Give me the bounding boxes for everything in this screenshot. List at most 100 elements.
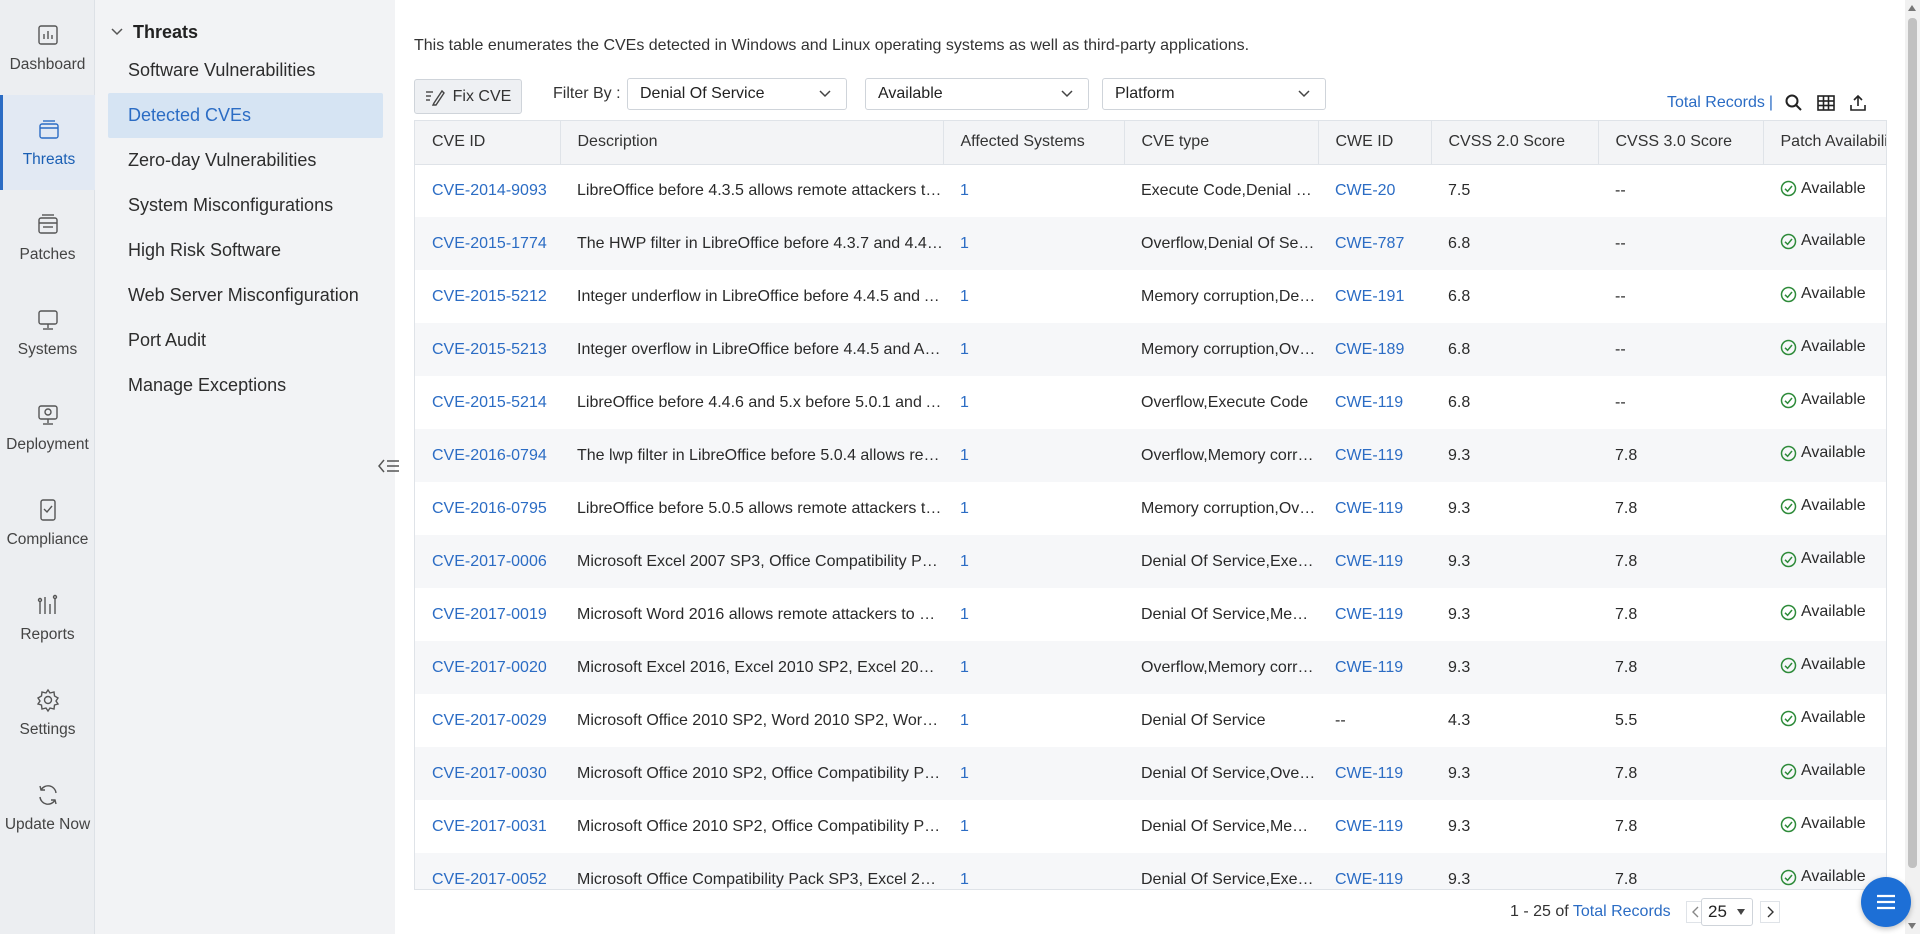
cwe-id-link[interactable]: CWE-119 (1318, 641, 1431, 694)
scrollbar-thumb[interactable] (1908, 18, 1917, 868)
quick-menu-button[interactable] (1861, 877, 1911, 927)
cve-id-link[interactable]: CVE-2015-5213 (415, 323, 560, 376)
affected-systems-link[interactable]: 1 (943, 482, 1124, 535)
cve-id-link[interactable]: CVE-2015-5212 (415, 270, 560, 323)
table-row[interactable]: CVE-2017-0019 Microsoft Word 2016 allows … (415, 588, 1886, 641)
affected-systems-link[interactable]: 1 (943, 641, 1124, 694)
column-header-cve-id[interactable]: CVE ID (415, 121, 561, 165)
table-row[interactable]: CVE-2017-0029 Microsoft Office 2010 SP2, … (415, 694, 1886, 747)
cve-id-link[interactable]: CVE-2017-0031 (415, 800, 560, 853)
sidebar-item-detected-cves[interactable]: Detected CVEs (108, 93, 383, 138)
cwe-id-link[interactable]: CWE-189 (1318, 323, 1431, 376)
cwe-id-link[interactable]: CWE-119 (1318, 800, 1431, 853)
export-icon[interactable] (1847, 92, 1869, 114)
sidebar-item-zero-day-vulnerabilities[interactable]: Zero-day Vulnerabilities (108, 138, 383, 183)
cwe-id-link[interactable]: CWE-119 (1318, 376, 1431, 429)
affected-systems-link[interactable]: 1 (943, 694, 1124, 747)
cve-type-filter[interactable]: Denial Of Service (627, 78, 847, 110)
table-row[interactable]: CVE-2015-5213 Integer overflow in LibreOf… (415, 323, 1886, 376)
rail-item-systems[interactable]: Systems (0, 285, 95, 380)
availability-label: Available (1801, 338, 1866, 356)
affected-systems-link[interactable]: 1 (943, 747, 1124, 800)
pagination-total-link[interactable]: Total Records (1573, 903, 1671, 920)
table-row[interactable]: CVE-2016-0794 The lwp filter in LibreOffi… (415, 429, 1886, 482)
affected-systems-link[interactable]: 1 (943, 217, 1124, 270)
sidebar-heading[interactable]: Threats (109, 20, 198, 44)
rail-item-patches[interactable]: Patches (0, 190, 95, 285)
cve-id-link[interactable]: CVE-2014-9093 (415, 164, 560, 217)
table-row[interactable]: CVE-2017-0030 Microsoft Office 2010 SP2, … (415, 747, 1886, 800)
cve-id-link[interactable]: CVE-2015-1774 (415, 217, 560, 270)
vertical-scrollbar[interactable] (1905, 0, 1920, 934)
cve-id-link[interactable]: CVE-2016-0794 (415, 429, 560, 482)
cwe-id-link[interactable]: CWE-119 (1318, 588, 1431, 641)
page-size-select[interactable]: 25 (1701, 898, 1753, 926)
cve-id-link[interactable]: CVE-2017-0030 (415, 747, 560, 800)
sidebar-item-system-misconfigurations[interactable]: System Misconfigurations (108, 183, 383, 228)
table-row[interactable]: CVE-2015-5214 LibreOffice before 4.4.6 an… (415, 376, 1886, 429)
platform-filter[interactable]: Platform (1102, 78, 1326, 110)
table-row[interactable]: CVE-2015-5212 Integer underflow in LibreO… (415, 270, 1886, 323)
cve-id-link[interactable]: CVE-2017-0006 (415, 535, 560, 588)
table-row[interactable]: CVE-2017-0006 Microsoft Excel 2007 SP3, O… (415, 535, 1886, 588)
cve-id-link[interactable]: CVE-2017-0020 (415, 641, 560, 694)
affected-systems-link[interactable]: 1 (943, 376, 1124, 429)
scroll-down-arrow[interactable] (1908, 923, 1916, 929)
affected-systems-link[interactable]: 1 (943, 535, 1124, 588)
cwe-id-link[interactable]: CWE-191 (1318, 270, 1431, 323)
rail-item-deployment[interactable]: Deployment (0, 380, 95, 475)
table-row[interactable]: CVE-2017-0020 Microsoft Excel 2016, Excel… (415, 641, 1886, 694)
rail-item-reports[interactable]: Reports (0, 570, 95, 665)
column-header-cvss3[interactable]: CVSS 3.0 Score (1598, 121, 1764, 165)
cve-id-link[interactable]: CVE-2015-5214 (415, 376, 560, 429)
column-chooser-icon[interactable] (1815, 92, 1837, 114)
column-header-cwe-id[interactable]: CWE ID (1318, 121, 1432, 165)
cwe-id-link[interactable]: CWE-119 (1318, 429, 1431, 482)
sidebar-item-port-audit[interactable]: Port Audit (108, 318, 383, 363)
rail-item-settings[interactable]: Settings (0, 665, 95, 760)
affected-systems-link[interactable]: 1 (943, 588, 1124, 641)
table-row[interactable]: CVE-2016-0795 LibreOffice before 5.0.5 al… (415, 482, 1886, 535)
next-page-button[interactable] (1760, 901, 1780, 923)
rail-item-compliance[interactable]: Compliance (0, 475, 95, 570)
cwe-id-link[interactable]: CWE-787 (1318, 217, 1431, 270)
affected-systems-link[interactable]: 1 (943, 270, 1124, 323)
sidebar-item-high-risk-software[interactable]: High Risk Software (108, 228, 383, 273)
affected-systems-link[interactable]: 1 (943, 853, 1124, 889)
affected-systems-link[interactable]: 1 (943, 323, 1124, 376)
column-header-patch-availability[interactable]: Patch Availability (1763, 121, 1886, 165)
cwe-id-link[interactable]: CWE-119 (1318, 535, 1431, 588)
sidebar-item-software-vulnerabilities[interactable]: Software Vulnerabilities (108, 48, 383, 93)
column-header-description[interactable]: Description (560, 121, 944, 165)
affected-systems-link[interactable]: 1 (943, 800, 1124, 853)
cwe-id-link[interactable]: CWE-119 (1318, 853, 1431, 889)
cve-id-link[interactable]: CVE-2016-0795 (415, 482, 560, 535)
scroll-up-arrow[interactable] (1908, 5, 1916, 11)
column-header-affected-systems[interactable]: Affected Systems (943, 121, 1125, 165)
table-row[interactable]: CVE-2015-1774 The HWP filter in LibreOffi… (415, 217, 1886, 270)
affected-systems-link[interactable]: 1 (943, 164, 1124, 217)
column-header-cve-type[interactable]: CVE type (1124, 121, 1319, 165)
cve-id-link[interactable]: CVE-2017-0019 (415, 588, 560, 641)
search-icon[interactable] (1783, 92, 1805, 114)
table-row[interactable]: CVE-2017-0052 Microsoft Office Compatibil… (415, 853, 1886, 889)
rail-item-update-now[interactable]: Update Now (0, 760, 95, 855)
sidebar-item-web-server-misconfiguration[interactable]: Web Server Misconfiguration (108, 273, 383, 318)
total-records-link[interactable]: Total Records (1667, 94, 1765, 112)
fix-cve-button[interactable]: Fix CVE (414, 79, 522, 114)
cwe-id-link[interactable]: CWE-20 (1318, 164, 1431, 217)
cwe-id-link[interactable]: CWE-119 (1318, 482, 1431, 535)
rail-item-threats[interactable]: Threats (0, 95, 95, 190)
affected-systems-link[interactable]: 1 (943, 429, 1124, 482)
rail-item-dashboard[interactable]: Dashboard (0, 0, 95, 95)
table-row[interactable]: CVE-2017-0031 Microsoft Office 2010 SP2, … (415, 800, 1886, 853)
availability-filter[interactable]: Available (865, 78, 1089, 110)
table-row[interactable]: CVE-2014-9093 LibreOffice before 4.3.5 al… (415, 164, 1886, 217)
check-circle-icon (1780, 180, 1797, 197)
cve-id-link[interactable]: CVE-2017-0029 (415, 694, 560, 747)
cve-id-link[interactable]: CVE-2017-0052 (415, 853, 560, 889)
check-circle-icon (1780, 286, 1797, 302)
sidebar-item-manage-exceptions[interactable]: Manage Exceptions (108, 363, 383, 408)
cwe-id-link[interactable]: CWE-119 (1318, 747, 1431, 800)
column-header-cvss2[interactable]: CVSS 2.0 Score (1431, 121, 1599, 165)
